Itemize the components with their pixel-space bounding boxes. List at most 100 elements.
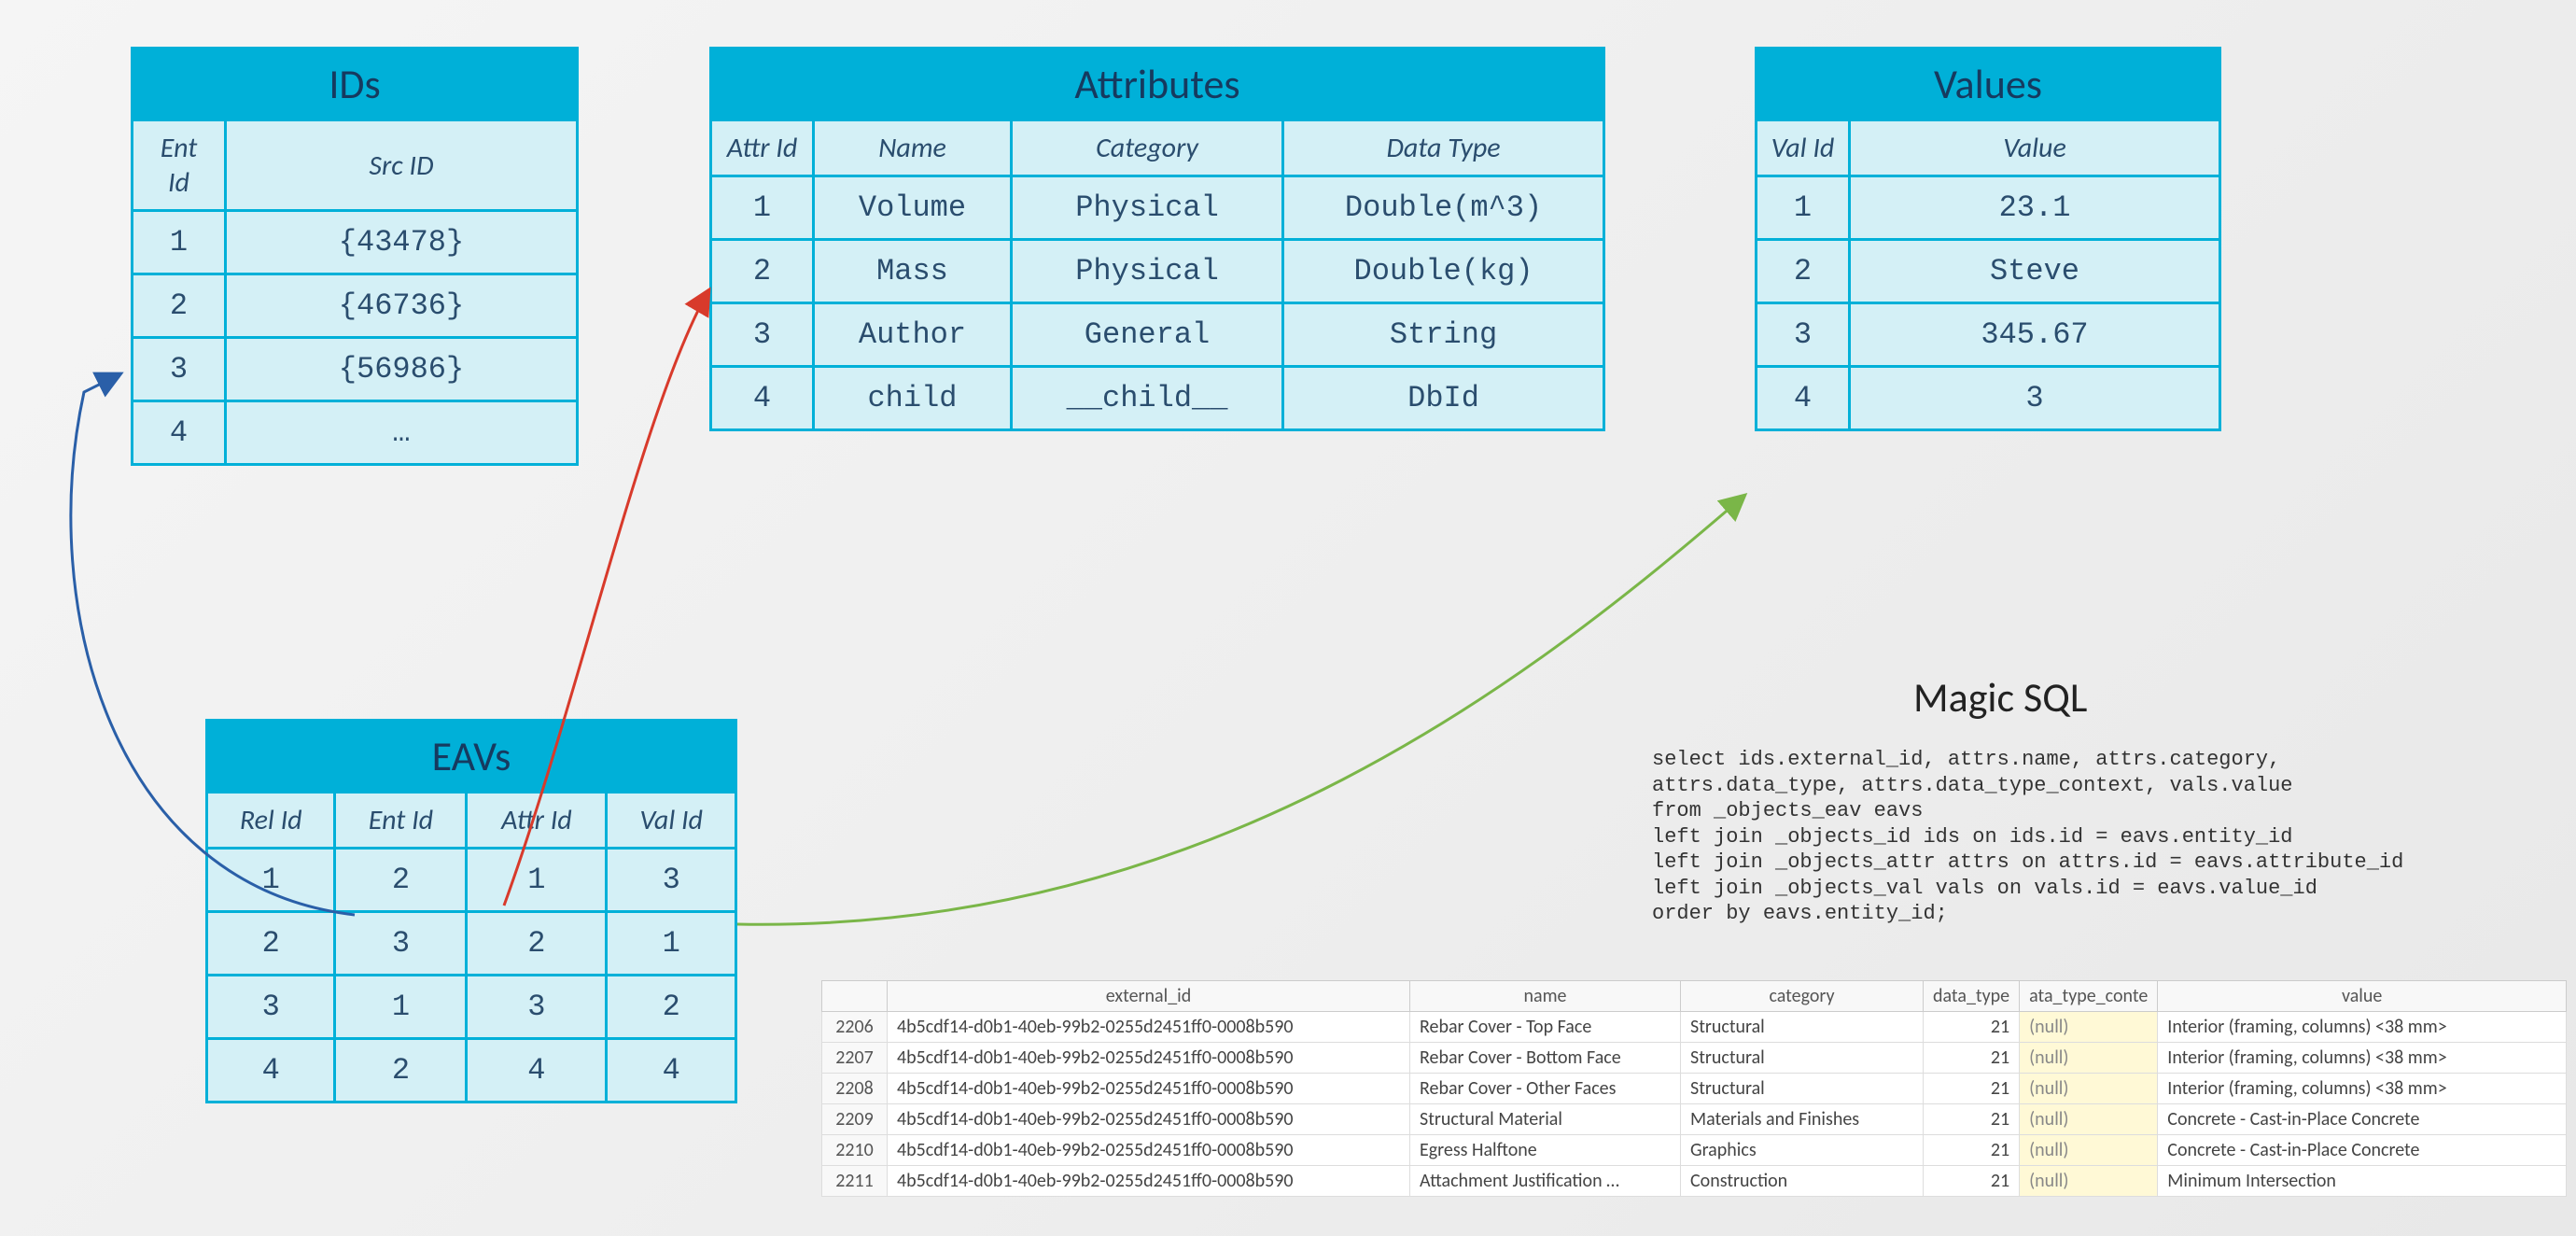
eav-cell: 2	[607, 976, 736, 1039]
result-cell: 4b5cdf14-d0b1-40eb-99b2-0255d2451ff0-000…	[888, 1166, 1410, 1197]
attr-cell: 1	[711, 176, 814, 240]
attr-cell: DbId	[1283, 367, 1604, 430]
result-cell: 21	[1924, 1166, 2020, 1197]
attributes-header-attrid: Attr Id	[711, 120, 814, 176]
ids-table: IDs Ent Id Src ID 1{43478} 2{46736} 3{56…	[131, 47, 579, 466]
result-cell: Concrete - Cast-in-Place Concrete	[2158, 1104, 2567, 1135]
magic-sql-title: Magic SQL	[1913, 672, 2087, 723]
ids-cell: {56986}	[226, 338, 578, 401]
attr-cell: Mass	[814, 240, 1012, 303]
val-cell: 3	[1757, 303, 1850, 367]
val-cell: 1	[1757, 176, 1850, 240]
eavs-header-valid: Val Id	[607, 793, 736, 849]
values-header-value: Value	[1850, 120, 2220, 176]
ids-cell: 2	[133, 274, 226, 338]
eav-cell: 1	[467, 849, 607, 912]
magic-sql-code: select ids.external_id, attrs.name, attr…	[1652, 747, 2403, 927]
eav-cell: 3	[607, 849, 736, 912]
val-cell: 2	[1757, 240, 1850, 303]
eavs-header-attrid: Attr Id	[467, 793, 607, 849]
result-cell: (null)	[2020, 1135, 2158, 1166]
eav-cell: 1	[335, 976, 467, 1039]
eav-cell: 3	[467, 976, 607, 1039]
attr-cell: child	[814, 367, 1012, 430]
result-cell: (null)	[2020, 1012, 2158, 1043]
result-cell: 21	[1924, 1043, 2020, 1074]
ids-header-srcid: Src ID	[226, 120, 578, 211]
result-rownum: 2207	[822, 1043, 888, 1074]
values-table: Values Val Id Value 123.1 2Steve 3345.67…	[1755, 47, 2221, 431]
result-rownum: 2209	[822, 1104, 888, 1135]
result-cell: Rebar Cover - Bottom Face	[1410, 1043, 1681, 1074]
result-cell: 21	[1924, 1012, 2020, 1043]
result-cell: Structural	[1681, 1043, 1924, 1074]
eav-cell: 4	[207, 1039, 335, 1103]
ids-cell: 4	[133, 401, 226, 465]
result-cell: Structural	[1681, 1074, 1924, 1104]
result-rownum: 2210	[822, 1135, 888, 1166]
result-cell: Structural Material	[1410, 1104, 1681, 1135]
attr-cell: Double(m^3)	[1283, 176, 1604, 240]
eavs-table: EAVs Rel Id Ent Id Attr Id Val Id 1213 2…	[205, 719, 737, 1103]
ids-cell: …	[226, 401, 578, 465]
eavs-header-entid: Ent Id	[335, 793, 467, 849]
values-title: Values	[1757, 49, 2220, 120]
ids-header-entid: Ent Id	[133, 120, 226, 211]
result-header-name: name	[1410, 981, 1681, 1012]
ids-cell: {46736}	[226, 274, 578, 338]
result-cell: Rebar Cover - Top Face	[1410, 1012, 1681, 1043]
result-cell: 4b5cdf14-d0b1-40eb-99b2-0255d2451ff0-000…	[888, 1135, 1410, 1166]
result-cell: 21	[1924, 1135, 2020, 1166]
result-cell: Materials and Finishes	[1681, 1104, 1924, 1135]
result-cell: (null)	[2020, 1166, 2158, 1197]
attr-cell: Volume	[814, 176, 1012, 240]
val-cell: 345.67	[1850, 303, 2220, 367]
result-grid: external_id name category data_type ata_…	[821, 980, 2567, 1197]
ids-cell: 1	[133, 211, 226, 274]
result-header-value: value	[2158, 981, 2567, 1012]
result-cell: 21	[1924, 1104, 2020, 1135]
eav-cell: 1	[207, 849, 335, 912]
result-cell: Egress Halftone	[1410, 1135, 1681, 1166]
attributes-title: Attributes	[711, 49, 1604, 120]
attr-cell: 3	[711, 303, 814, 367]
attributes-header-category: Category	[1011, 120, 1282, 176]
result-cell: 4b5cdf14-d0b1-40eb-99b2-0255d2451ff0-000…	[888, 1074, 1410, 1104]
result-cell: (null)	[2020, 1074, 2158, 1104]
result-cell: Interior (framing, columns) <38 mm>	[2158, 1012, 2567, 1043]
result-cell: Structural	[1681, 1012, 1924, 1043]
result-header-datatype: data_type	[1924, 981, 2020, 1012]
attr-cell: Physical	[1011, 176, 1282, 240]
ids-cell: 3	[133, 338, 226, 401]
values-header-valid: Val Id	[1757, 120, 1850, 176]
val-cell: 3	[1850, 367, 2220, 430]
eavs-header-relid: Rel Id	[207, 793, 335, 849]
eavs-title: EAVs	[207, 721, 736, 793]
val-cell: 4	[1757, 367, 1850, 430]
result-cell: Graphics	[1681, 1135, 1924, 1166]
eav-cell: 3	[335, 912, 467, 976]
result-cell: Interior (framing, columns) <38 mm>	[2158, 1074, 2567, 1104]
result-rownum: 2208	[822, 1074, 888, 1104]
eav-cell: 2	[207, 912, 335, 976]
result-cell: Interior (framing, columns) <38 mm>	[2158, 1043, 2567, 1074]
attributes-header-datatype: Data Type	[1283, 120, 1604, 176]
result-header-externalid: external_id	[888, 981, 1410, 1012]
result-cell: Minimum Intersection	[2158, 1166, 2567, 1197]
val-cell: Steve	[1850, 240, 2220, 303]
attributes-table: Attributes Attr Id Name Category Data Ty…	[709, 47, 1605, 431]
val-cell: 23.1	[1850, 176, 2220, 240]
attr-cell: 4	[711, 367, 814, 430]
result-cell: Attachment Justification …	[1410, 1166, 1681, 1197]
eav-cell: 2	[335, 1039, 467, 1103]
result-cell: 21	[1924, 1074, 2020, 1104]
result-cell: Rebar Cover - Other Faces	[1410, 1074, 1681, 1104]
result-cell: Concrete - Cast-in-Place Concrete	[2158, 1135, 2567, 1166]
eav-cell: 4	[607, 1039, 736, 1103]
eav-cell: 2	[335, 849, 467, 912]
arrow-valid-to-values	[737, 495, 1745, 924]
result-cell: 4b5cdf14-d0b1-40eb-99b2-0255d2451ff0-000…	[888, 1043, 1410, 1074]
eav-cell: 1	[607, 912, 736, 976]
result-header-category: category	[1681, 981, 1924, 1012]
attr-cell: 2	[711, 240, 814, 303]
